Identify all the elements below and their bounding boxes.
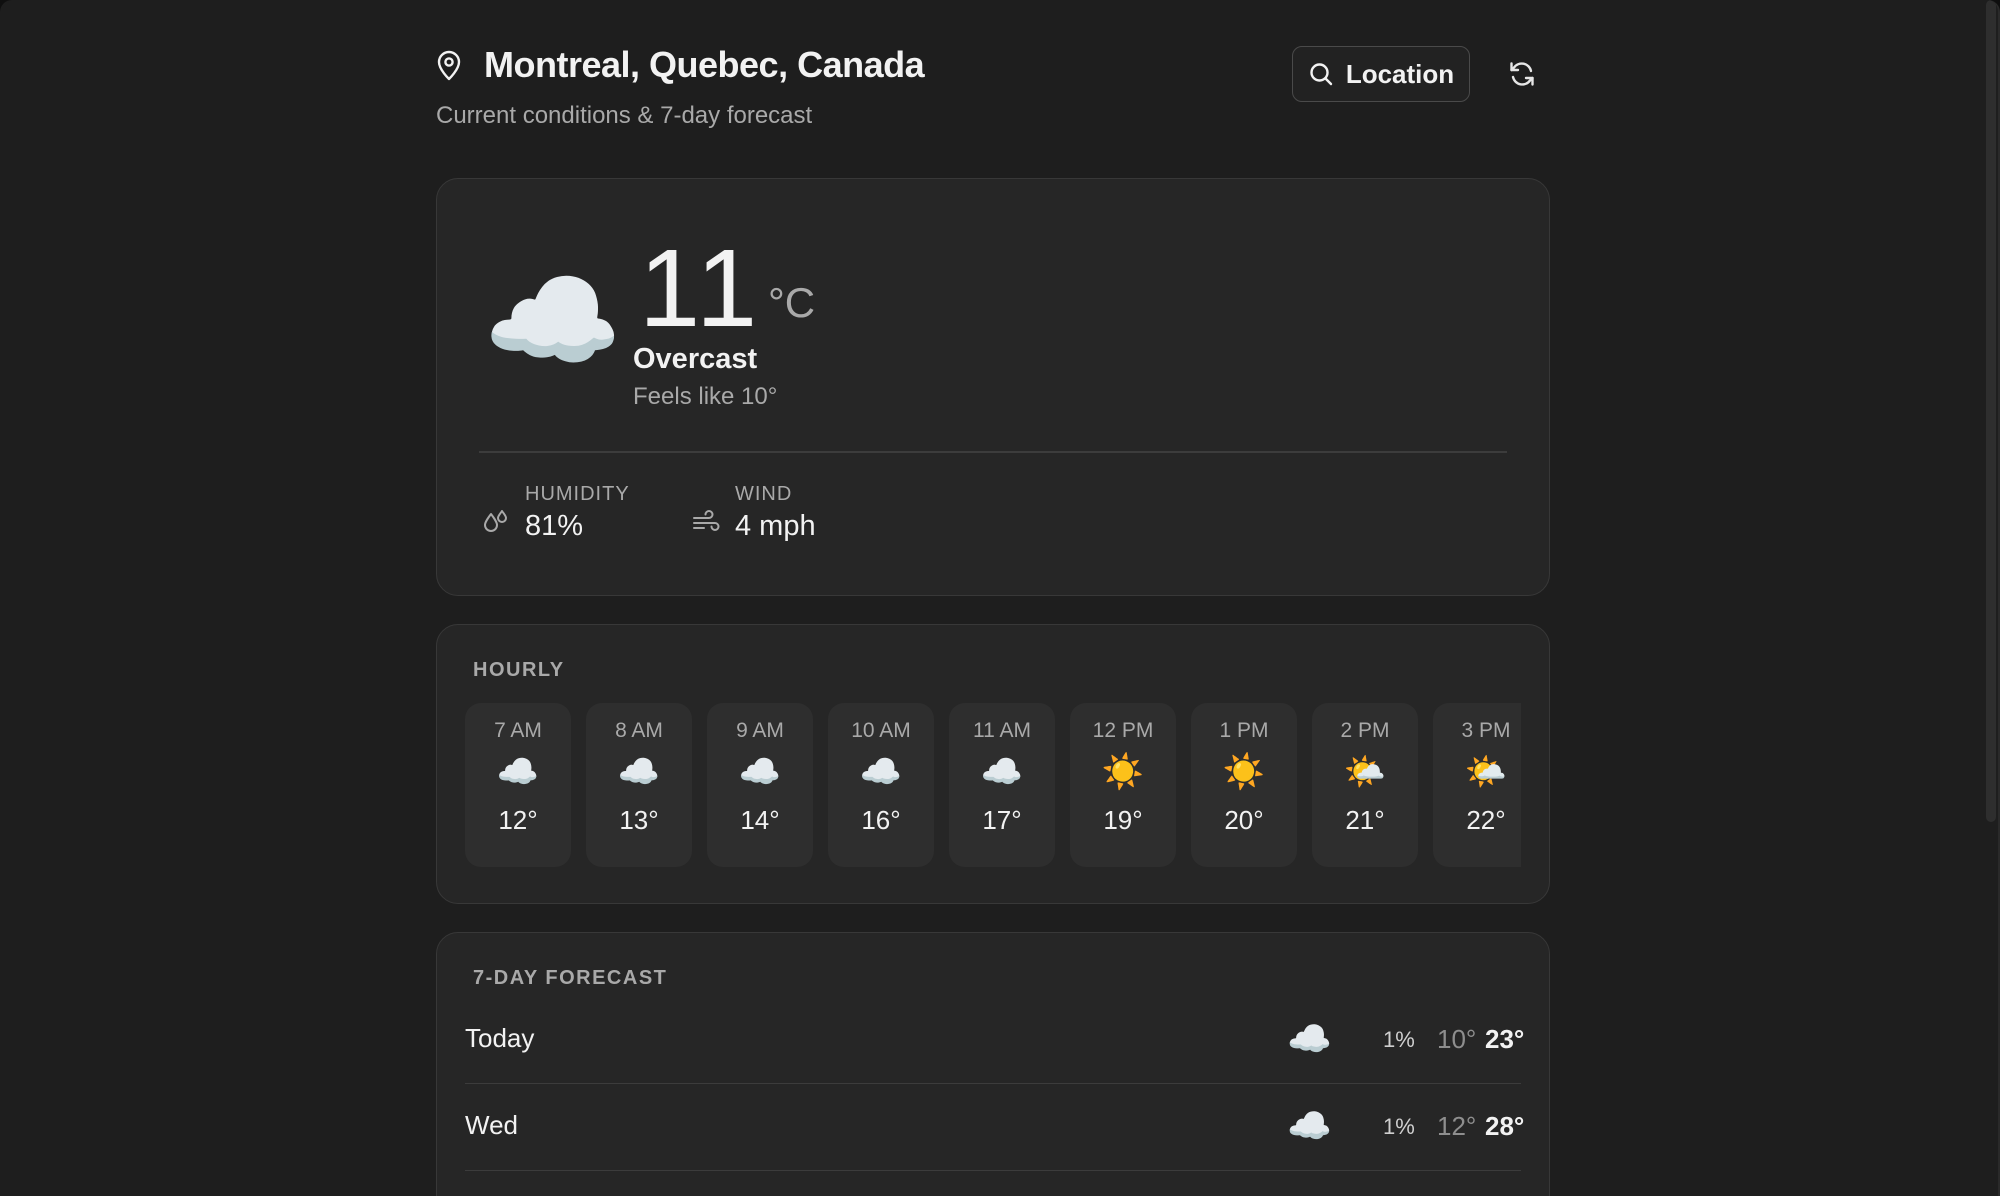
hour-time: 1 PM: [1219, 719, 1269, 742]
hour-item: 9 AM ☁️ 14°: [707, 703, 813, 867]
main-content: Montreal, Quebec, Canada Current conditi…: [436, 0, 1550, 1196]
wind-label: WIND: [735, 483, 793, 505]
hourly-forecast-card: HOURLY 7 AM ☁️ 12° 8 AM ☁️ 13° 9 AM ☁️ 1…: [436, 624, 1550, 904]
location-button-label: Location: [1345, 58, 1455, 89]
hour-time: 10 AM: [851, 719, 911, 742]
hour-item: 12 PM ☀️ 19°: [1070, 703, 1176, 867]
hour-time: 2 PM: [1340, 719, 1390, 742]
cloud-icon: ☁️: [980, 753, 1024, 791]
partly-sunny-icon: 🌤️: [1464, 753, 1508, 791]
hour-time: 11 AM: [973, 719, 1031, 742]
hour-item: 3 PM 🌤️ 22°: [1433, 703, 1521, 867]
search-icon: [1308, 61, 1334, 87]
scrollbar[interactable]: [1986, 0, 1996, 822]
refresh-icon: [1507, 59, 1537, 89]
page-header: Montreal, Quebec, Canada Current conditi…: [436, 0, 1550, 178]
humidity-stat: HUMIDITY 81%: [481, 483, 630, 543]
precipitation-chance: 1%: [1383, 1027, 1415, 1052]
low-temp: 10°: [1437, 1024, 1477, 1054]
hour-item: 7 AM ☁️ 12°: [465, 703, 571, 867]
page-subtitle: Current conditions & 7-day forecast: [436, 102, 813, 129]
cloud-icon: ☁️: [1287, 1018, 1332, 1059]
refresh-button[interactable]: [1500, 52, 1544, 96]
cloud-icon: ☁️: [859, 753, 903, 791]
cloud-icon: ☁️: [1287, 1105, 1332, 1146]
hour-time: 8 AM: [615, 719, 663, 742]
hour-time: 12 PM: [1092, 719, 1154, 742]
current-temperature: 11: [639, 227, 762, 350]
current-conditions-card: ☁️ 11 °C Overcast Feels like 10° HUMIDIT…: [436, 178, 1550, 596]
daily-forecast-card: 7-DAY FORECAST Today ☁️ 1% 10° 23° Wed ☁…: [436, 932, 1550, 1196]
sun-icon: ☀️: [1222, 753, 1266, 791]
feels-like: Feels like 10°: [633, 383, 778, 410]
day-name: Wed: [465, 1110, 518, 1140]
current-condition: Overcast: [633, 343, 758, 375]
hour-item: 2 PM 🌤️ 21°: [1312, 703, 1418, 867]
hour-item: 11 AM ☁️ 17°: [949, 703, 1055, 867]
wind-value: 4 mph: [735, 510, 816, 542]
high-temp: 28°: [1485, 1111, 1525, 1141]
hour-item: 1 PM ☀️ 20°: [1191, 703, 1297, 867]
cloud-icon: ☁️: [617, 753, 661, 791]
hour-time: 9 AM: [736, 719, 784, 742]
hour-temp: 13°: [619, 805, 659, 835]
humidity-label: HUMIDITY: [525, 483, 630, 505]
wind-stat: WIND 4 mph: [691, 483, 816, 543]
sun-icon: ☀️: [1101, 753, 1145, 791]
cloud-icon: ☁️: [483, 258, 623, 383]
title-row: Montreal, Quebec, Canada: [436, 44, 925, 86]
hour-item: 8 AM ☁️ 13°: [586, 703, 692, 867]
hour-item: 10 AM ☁️ 16°: [828, 703, 934, 867]
day-row: Wed ☁️ 1% 12° 28°: [465, 1084, 1525, 1171]
partly-sunny-icon: 🌤️: [1343, 753, 1387, 791]
hour-time: 7 AM: [494, 719, 542, 742]
temperature-unit: °C: [768, 279, 816, 326]
hour-temp: 21°: [1345, 805, 1385, 835]
hour-temp: 12°: [498, 805, 538, 835]
day-row: Today ☁️ 1% 10° 23°: [465, 997, 1525, 1084]
hour-temp: 14°: [740, 805, 780, 835]
hour-temp: 19°: [1103, 805, 1143, 835]
hourly-scroller[interactable]: 7 AM ☁️ 12° 8 AM ☁️ 13° 9 AM ☁️ 14° 10 A…: [465, 703, 1521, 867]
hour-temp: 16°: [861, 805, 901, 835]
hourly-label: HOURLY: [473, 659, 565, 681]
humidity-icon: [481, 507, 513, 539]
high-temp: 23°: [1485, 1024, 1525, 1054]
humidity-value: 81%: [525, 510, 584, 542]
precipitation-chance: 1%: [1383, 1114, 1415, 1139]
divider: [479, 451, 1507, 453]
hour-time: 3 PM: [1461, 719, 1511, 742]
daily-label: 7-DAY FORECAST: [473, 967, 668, 989]
day-name: Today: [465, 1023, 535, 1053]
page-title: Montreal, Quebec, Canada: [484, 44, 925, 85]
low-temp: 12°: [1437, 1111, 1477, 1141]
cloud-icon: ☁️: [738, 753, 782, 791]
hour-temp: 17°: [982, 805, 1022, 835]
hour-temp: 22°: [1466, 805, 1506, 835]
map-pin-icon: [436, 48, 464, 82]
app-window: Montreal, Quebec, Canada Current conditi…: [0, 0, 2000, 1196]
wind-icon: [691, 507, 723, 539]
cloud-icon: ☁️: [496, 753, 540, 791]
location-button[interactable]: Location: [1292, 46, 1470, 102]
hour-temp: 20°: [1224, 805, 1264, 835]
